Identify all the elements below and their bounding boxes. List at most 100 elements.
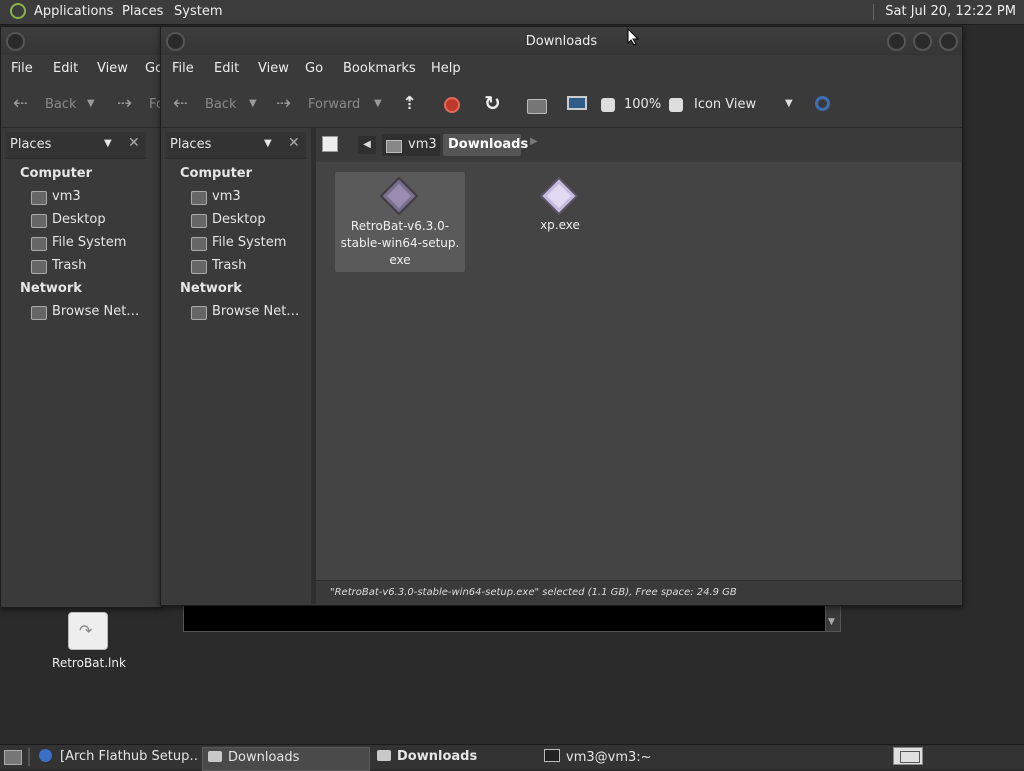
executable-file-icon	[539, 176, 579, 216]
close-button[interactable]	[939, 32, 958, 51]
path-button-vm3[interactable]: vm3	[382, 134, 440, 156]
zoom-out-icon[interactable]	[601, 98, 615, 112]
back-menu-file[interactable]: File	[11, 61, 33, 76]
menu-file[interactable]: File	[172, 61, 194, 76]
minimize-button[interactable]	[887, 32, 906, 51]
back-arrow-icon[interactable]: ⇠	[173, 93, 188, 114]
desktop-icon-retrobat-lnk[interactable]: ↷ RetroBat.lnk	[48, 608, 130, 674]
menu-help[interactable]: Help	[431, 61, 461, 76]
downloads-window[interactable]: Downloads File Edit View Go Bookmarks He…	[160, 26, 963, 606]
menu-go[interactable]: Go	[305, 61, 323, 76]
window-titlebar[interactable]: Downloads	[161, 27, 962, 55]
sidebar-item-browse-network[interactable]: Browse Net…	[212, 304, 299, 319]
back-places-selector[interactable]: Places	[10, 137, 51, 152]
toolbar: ⇠ Back ▼ ⇢ Forward ▼ ⇡ ↻ 100% Icon View …	[161, 81, 962, 128]
back-button-label[interactable]: Back	[45, 97, 77, 112]
network-icon	[31, 306, 47, 320]
forward-button[interactable]: Forward	[308, 97, 360, 112]
folder-icon	[208, 751, 222, 762]
sidebar-item-desktop[interactable]: Desktop	[212, 212, 266, 227]
back-history-dropdown-icon[interactable]: ▼	[249, 98, 257, 109]
dropdown-arrow-icon[interactable]: ▼	[264, 138, 272, 149]
task-arch-flathub-setup[interactable]: [Arch Flathub Setup…	[36, 747, 198, 769]
back-window-menu-button[interactable]	[6, 32, 25, 51]
menu-applications[interactable]: Applications	[34, 4, 113, 19]
back-file-manager-window[interactable]: File Edit View Go ⇠ Back ▼ ⇢ Fo Places ▼…	[0, 26, 164, 608]
sidebar-item-trash[interactable]: Trash	[212, 258, 246, 273]
workspace-switcher[interactable]	[893, 747, 923, 765]
file-label-line: RetroBat-v6.3.0-	[350, 219, 450, 233]
window-title: Downloads	[525, 34, 598, 49]
show-desktop-icon[interactable]	[4, 750, 22, 765]
back-window-menubar: File Edit View Go	[1, 55, 163, 81]
back-sidebar-item-filesystem[interactable]: File System	[52, 235, 126, 250]
menu-edit[interactable]: Edit	[214, 61, 239, 76]
close-icon[interactable]: ✕	[128, 135, 140, 151]
back-arrow-icon[interactable]: ⇠	[13, 93, 28, 114]
back-sidebar-item-browse-network[interactable]: Browse Net…	[52, 304, 139, 319]
path-button-downloads[interactable]: Downloads	[443, 134, 528, 156]
back-menu-edit[interactable]: Edit	[53, 61, 78, 76]
dropdown-arrow-icon[interactable]: ▼	[104, 138, 112, 149]
menu-bookmarks[interactable]: Bookmarks	[343, 61, 416, 76]
view-mode-dropdown-icon[interactable]: ▼	[785, 98, 793, 109]
terminal-scrollbar[interactable]: ▼	[825, 604, 841, 632]
menu-places[interactable]: Places	[122, 4, 163, 19]
shortcut-file-icon: ↷	[68, 612, 108, 650]
places-selector[interactable]: Places	[170, 137, 211, 152]
panel-separator	[873, 4, 874, 20]
up-arrow-icon[interactable]: ⇡	[402, 93, 417, 114]
task-downloads-2[interactable]: Downloads	[372, 747, 536, 769]
back-places-header[interactable]: Places ▼ ✕	[6, 132, 146, 159]
network-icon	[191, 306, 207, 320]
file-label-retrobat-setup: RetroBat-v6.3.0- stable-win64-setup. exe	[335, 218, 465, 269]
back-sidebar-item-trash[interactable]: Trash	[52, 258, 86, 273]
back-sidebar-item-vm3[interactable]: vm3	[52, 189, 81, 204]
back-sidebar-network-header: Network	[20, 281, 82, 296]
location-bar: ◀ vm3 Downloads ▶	[316, 128, 961, 162]
back-sidebar-item-desktop[interactable]: Desktop	[52, 212, 106, 227]
path-label-vm3: vm3	[408, 137, 437, 152]
sidebar-network-header: Network	[180, 281, 242, 296]
trash-icon	[31, 260, 47, 274]
dropdown-arrow-icon[interactable]: ▼	[87, 98, 95, 109]
back-menu-view[interactable]: View	[97, 61, 128, 76]
edit-location-icon[interactable]	[322, 136, 338, 152]
file-item-retrobat-setup[interactable]: RetroBat-v6.3.0- stable-win64-setup. exe	[335, 172, 465, 272]
scroll-down-icon[interactable]: ▼	[828, 617, 835, 627]
task-downloads-1[interactable]: Downloads	[202, 747, 370, 771]
desktop-folder-icon	[31, 214, 47, 228]
view-mode-select[interactable]: Icon View	[694, 97, 756, 112]
menu-view[interactable]: View	[258, 61, 289, 76]
path-scroll-right-icon[interactable]: ▶	[530, 136, 538, 147]
home-icon[interactable]	[527, 99, 547, 114]
file-item-xp-exe[interactable]: xp.exe	[495, 172, 625, 242]
zoom-in-icon[interactable]	[669, 98, 683, 112]
forward-arrow-icon[interactable]: ⇢	[117, 93, 132, 114]
task-terminal[interactable]: vm3@vm3:~	[540, 747, 704, 769]
reload-icon[interactable]: ↻	[484, 91, 501, 115]
terminal-window-strip[interactable]	[183, 604, 827, 632]
file-icon-view[interactable]: RetroBat-v6.3.0- stable-win64-setup. exe…	[316, 162, 961, 580]
search-icon[interactable]	[815, 96, 830, 111]
task-label: Downloads	[397, 749, 478, 764]
back-button[interactable]: Back	[205, 97, 237, 112]
forward-history-dropdown-icon[interactable]: ▼	[374, 98, 382, 109]
top-panel: Applications Places System Sat Jul 20, 1…	[0, 0, 1024, 25]
menu-system[interactable]: System	[174, 4, 222, 19]
stop-icon[interactable]	[444, 97, 460, 113]
back-sidebar-computer-header: Computer	[20, 166, 93, 181]
back-window-titlebar[interactable]	[1, 27, 161, 55]
sidebar-item-vm3[interactable]: vm3	[212, 189, 241, 204]
computer-icon[interactable]	[567, 96, 587, 110]
home-folder-icon	[386, 140, 402, 153]
path-scroll-left-icon[interactable]: ◀	[358, 136, 376, 154]
maximize-button[interactable]	[913, 32, 932, 51]
forward-arrow-icon[interactable]: ⇢	[276, 93, 291, 114]
clock[interactable]: Sat Jul 20, 12:22 PM	[885, 4, 1016, 19]
gnome-foot-icon[interactable]	[10, 3, 26, 19]
close-sidebar-icon[interactable]: ✕	[288, 135, 300, 151]
places-header[interactable]: Places ▼ ✕	[166, 132, 306, 159]
desktop-folder-icon	[191, 214, 207, 228]
sidebar-item-filesystem[interactable]: File System	[212, 235, 286, 250]
